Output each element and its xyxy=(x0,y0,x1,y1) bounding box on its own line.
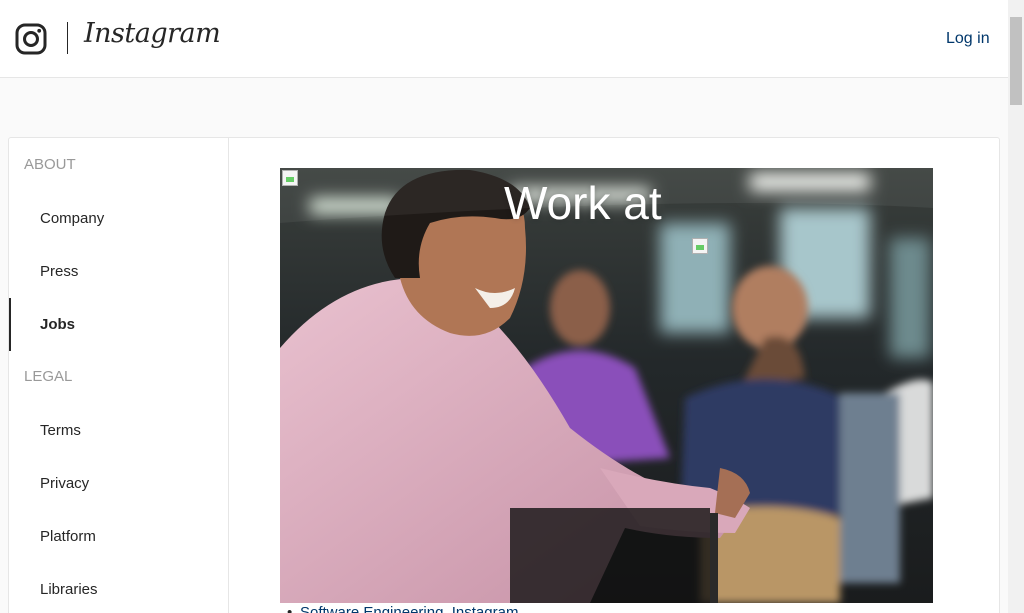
hero-title: Work at xyxy=(504,177,662,229)
broken-image-icon xyxy=(692,238,708,254)
sidebar-item-company[interactable]: Company xyxy=(9,192,228,245)
sidebar-item-platform[interactable]: Platform xyxy=(9,510,228,563)
jobs-hero-image: Work at xyxy=(280,168,933,603)
content-card: ABOUT Company Press Jobs LEGAL Terms Pri… xyxy=(8,137,1000,613)
top-navigation-bar: Instagram Log in xyxy=(0,0,1008,78)
sidebar-heading-about: ABOUT xyxy=(24,156,76,173)
logo-divider xyxy=(67,22,68,54)
job-listing-link[interactable]: Software Engineering, Instagram xyxy=(287,604,518,613)
instagram-camera-icon[interactable] xyxy=(15,23,47,55)
login-link[interactable]: Log in xyxy=(946,30,990,48)
sidebar-item-press[interactable]: Press xyxy=(9,245,228,298)
instagram-wordmark[interactable]: Instagram xyxy=(84,18,221,49)
sidebar-navigation: ABOUT Company Press Jobs LEGAL Terms Pri… xyxy=(9,138,229,613)
sidebar-heading-legal: LEGAL xyxy=(24,368,73,385)
sidebar-item-libraries[interactable]: Libraries xyxy=(9,563,228,613)
sidebar-item-jobs[interactable]: Jobs xyxy=(9,298,228,351)
sidebar-item-terms[interactable]: Terms xyxy=(9,404,228,457)
sidebar-item-privacy[interactable]: Privacy xyxy=(9,457,228,510)
broken-image-icon xyxy=(282,170,298,186)
office-team-photo xyxy=(280,168,933,603)
scrollbar-thumb[interactable] xyxy=(1010,17,1022,105)
